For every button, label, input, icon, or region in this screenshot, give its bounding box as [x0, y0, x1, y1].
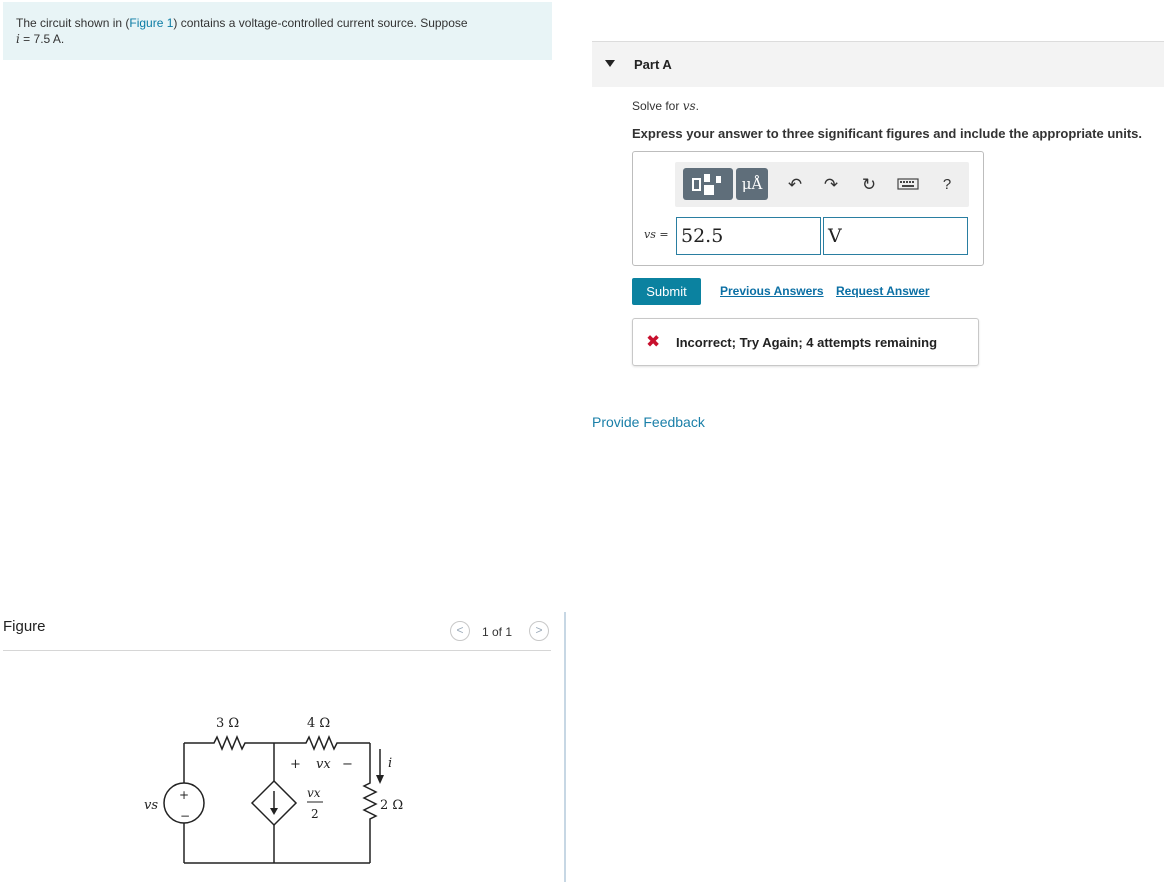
- collapse-caret-icon[interactable]: [605, 60, 615, 67]
- figure-divider: [3, 650, 551, 651]
- solve-suffix: .: [695, 99, 699, 113]
- units-button[interactable]: μÅ: [736, 168, 768, 200]
- source-plus: +: [179, 788, 189, 802]
- resistor-label-4: 4 Ω: [307, 716, 330, 731]
- figure-heading: Figure: [3, 618, 46, 635]
- solve-variable: vs: [682, 99, 696, 113]
- current-arrowhead: [376, 775, 384, 784]
- part-title: Part A: [634, 57, 672, 72]
- templates-button[interactable]: [683, 168, 733, 200]
- submit-button[interactable]: Submit: [632, 278, 701, 305]
- incorrect-x-icon: ✖: [646, 332, 661, 351]
- resistor-label-2: 2 Ω: [380, 798, 403, 813]
- problem-intro: The circuit shown in (: [16, 16, 130, 30]
- redo-icon[interactable]: ↷: [820, 174, 842, 196]
- vx-plus: +: [290, 757, 301, 772]
- answer-variable-label: vs =: [644, 228, 669, 241]
- problem-text: The circuit shown in (Figure 1) contains…: [16, 15, 536, 47]
- resistor-wire: [362, 743, 378, 863]
- part-header[interactable]: [592, 42, 1164, 87]
- circuit-diagram: 3 Ω 4 Ω 2 Ω + vx − i vs + − vx 2: [144, 716, 403, 864]
- given-value: = 7.5 A.: [19, 32, 65, 46]
- provide-feedback-link[interactable]: Provide Feedback: [592, 414, 705, 430]
- figure-page-count: 1 of 1: [482, 625, 513, 639]
- source-minus: −: [180, 809, 190, 823]
- vx-minus: −: [342, 757, 353, 772]
- answer-instructions: Express your answer to three significant…: [632, 126, 1142, 141]
- undo-icon[interactable]: ↶: [784, 174, 806, 196]
- request-answer-link[interactable]: Request Answer: [836, 284, 930, 298]
- feedback-message: Incorrect; Try Again; 4 attempts remaini…: [676, 335, 938, 350]
- help-icon[interactable]: ?: [936, 174, 958, 196]
- resistor-wire: [184, 735, 370, 751]
- solve-prompt: Solve for vs.: [632, 99, 699, 113]
- resistor-label-3: 3 Ω: [216, 716, 239, 731]
- current-label: i: [388, 756, 392, 771]
- keyboard-icon[interactable]: [897, 176, 919, 197]
- dep-numerator: vx: [307, 786, 321, 800]
- next-figure-button[interactable]: >: [529, 621, 549, 641]
- vx-label: vx: [316, 757, 331, 772]
- value-input[interactable]: 52.5: [676, 217, 821, 255]
- previous-answers-link[interactable]: Previous Answers: [720, 284, 824, 298]
- panel-separator: [564, 612, 566, 882]
- source-label: vs: [144, 798, 158, 813]
- dep-arrowhead: [270, 808, 278, 815]
- figure-link[interactable]: Figure 1: [129, 16, 173, 30]
- problem-rest: ) contains a voltage-controlled current …: [173, 16, 468, 30]
- reset-icon[interactable]: ↻: [858, 174, 880, 196]
- unit-input[interactable]: V: [823, 217, 968, 255]
- templates-icon: [692, 174, 721, 195]
- previous-figure-button[interactable]: <: [450, 621, 470, 641]
- dep-denominator: 2: [311, 807, 319, 821]
- solve-prefix: Solve for: [632, 99, 683, 113]
